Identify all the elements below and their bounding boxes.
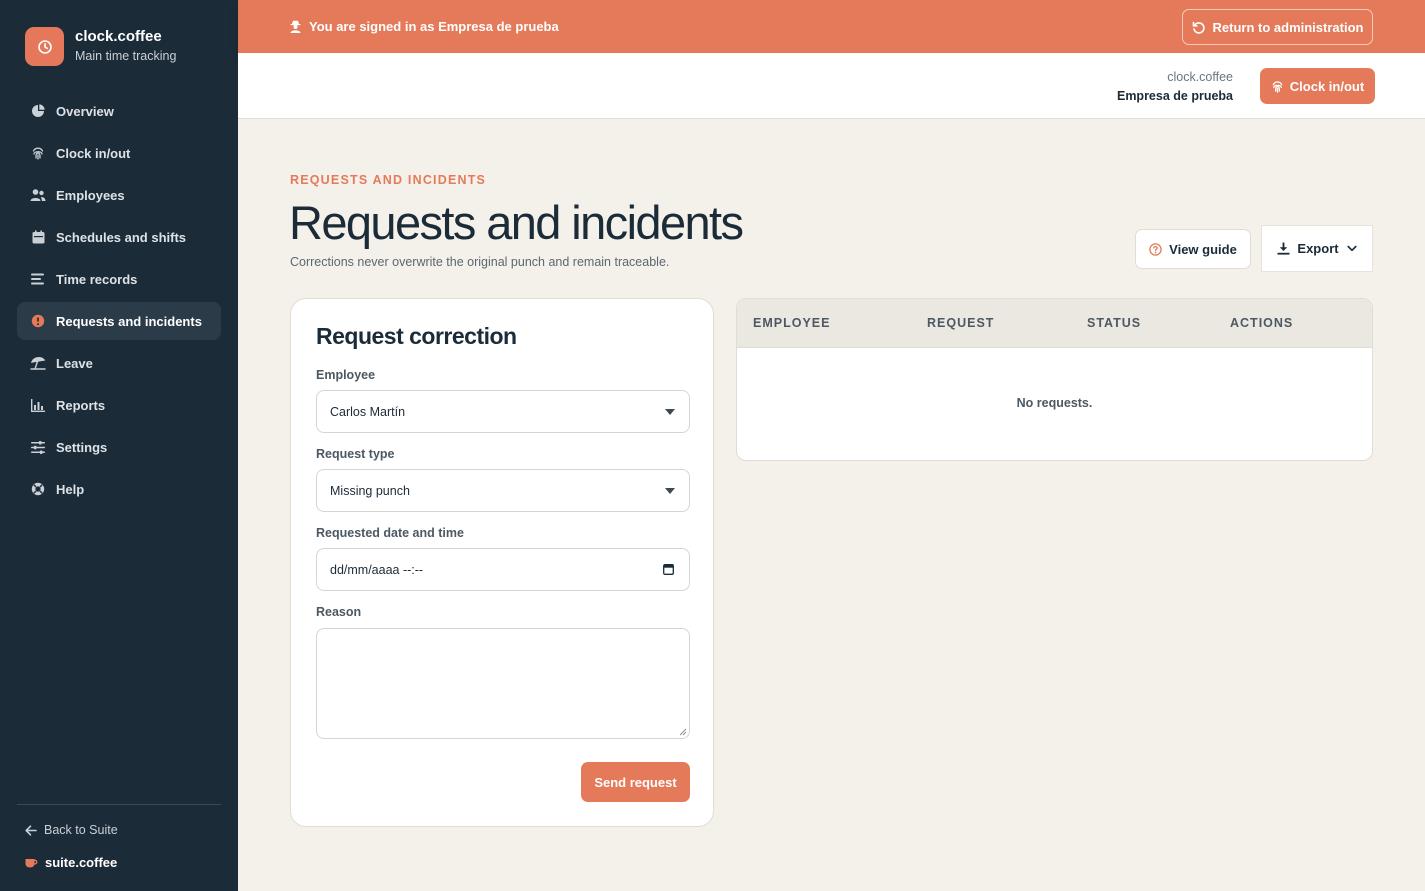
users-icon xyxy=(30,187,46,203)
sidebar-item-schedules[interactable]: Schedules and shifts xyxy=(17,218,221,256)
sidebar-item-label: Schedules and shifts xyxy=(56,229,187,245)
request-type-value: Missing punch xyxy=(330,483,410,498)
user-secret-icon xyxy=(290,20,301,33)
sidebar-item-leave[interactable]: Leave xyxy=(17,344,221,382)
list-icon xyxy=(30,271,46,287)
column-status: STATUS xyxy=(1087,316,1142,330)
calendar-icon[interactable] xyxy=(663,563,674,575)
send-request-button[interactable]: Send request xyxy=(581,762,690,802)
suite-brand[interactable]: suite.coffee xyxy=(25,855,117,870)
view-guide-button[interactable]: View guide xyxy=(1135,229,1251,269)
caret-down-icon xyxy=(665,488,675,494)
page-eyebrow: REQUESTS AND INCIDENTS xyxy=(290,173,487,187)
page-title: Requests and incidents xyxy=(289,196,744,249)
fingerprint-icon xyxy=(1272,80,1283,93)
requests-table: EMPLOYEE REQUEST STATUS ACTIONS No reque… xyxy=(736,298,1373,461)
request-correction-card: Request correction Employee Carlos Martí… xyxy=(290,298,714,827)
sidebar-item-label: Time records xyxy=(56,271,138,287)
sidebar-item-overview[interactable]: Overview xyxy=(17,92,221,130)
table-header: EMPLOYEE REQUEST STATUS ACTIONS xyxy=(737,299,1372,348)
sidebar-item-requests[interactable]: Requests and incidents xyxy=(17,302,221,340)
coffee-cup-icon xyxy=(25,859,38,868)
resize-handle-icon[interactable] xyxy=(678,727,687,736)
fingerprint-icon xyxy=(30,145,46,161)
pie-chart-icon xyxy=(30,103,46,119)
arrow-left-icon xyxy=(25,824,37,836)
export-dropdown-button[interactable]: Export xyxy=(1261,225,1373,272)
sidebar-item-label: Settings xyxy=(56,439,108,455)
header-org-name: Empresa de prueba xyxy=(1116,89,1233,103)
caret-down-icon xyxy=(665,409,675,415)
request-type-label: Request type xyxy=(316,447,395,461)
sidebar-item-settings[interactable]: Settings xyxy=(17,428,221,466)
employee-select-value: Carlos Martín xyxy=(330,404,406,419)
view-guide-label: View guide xyxy=(1169,241,1237,257)
organization-info: clock.coffee Empresa de prueba xyxy=(1117,69,1233,105)
sidebar-item-label: Leave xyxy=(56,355,93,371)
sidebar-item-help[interactable]: Help xyxy=(17,470,221,508)
brand-subtitle: Main time tracking xyxy=(75,49,177,63)
alert-circle-icon xyxy=(30,313,46,329)
requested-datetime-input[interactable]: dd/mm/aaaa --:-- xyxy=(316,548,690,591)
page-subtitle: Corrections never overwrite the original… xyxy=(290,255,670,269)
requested-datetime-label: Requested date and time xyxy=(316,526,464,540)
return-label: Return to administration xyxy=(1212,19,1364,35)
sidebar-item-label: Reports xyxy=(56,397,106,413)
question-circle-icon xyxy=(1149,242,1162,256)
download-icon xyxy=(1277,242,1290,255)
reason-label: Reason xyxy=(316,605,362,619)
sidebar-item-employees[interactable]: Employees xyxy=(17,176,221,214)
lifebuoy-icon xyxy=(30,481,46,497)
brand[interactable]: clock.coffee Main time tracking xyxy=(25,27,176,66)
back-to-suite-link[interactable]: Back to Suite xyxy=(25,823,118,837)
umbrella-beach-icon xyxy=(30,355,46,371)
column-employee: EMPLOYEE xyxy=(753,316,831,330)
chevron-down-icon xyxy=(1346,245,1357,252)
clock-icon xyxy=(25,27,64,66)
sidebar-item-label: Employees xyxy=(56,187,125,203)
sidebar-item-clock[interactable]: Clock in/out xyxy=(17,134,221,172)
bar-chart-icon xyxy=(30,397,46,413)
column-actions: ACTIONS xyxy=(1230,316,1294,330)
back-to-suite-label: Back to Suite xyxy=(44,823,118,837)
signed-in-notice: You are signed in as Empresa de prueba xyxy=(290,19,559,34)
sidebar-item-label: Requests and incidents xyxy=(56,313,202,329)
clock-in-out-button[interactable]: Clock in/out xyxy=(1260,68,1375,104)
request-type-select[interactable]: Missing punch xyxy=(316,469,690,512)
brand-name: clock.coffee xyxy=(75,28,162,45)
empty-state: No requests. xyxy=(1016,396,1093,410)
export-label: Export xyxy=(1297,241,1339,256)
sidebar-item-reports[interactable]: Reports xyxy=(17,386,221,424)
sidebar: clock.coffee Main time tracking Overview… xyxy=(0,0,238,891)
datetime-placeholder: dd/mm/aaaa --:-- xyxy=(330,562,424,577)
calendar-icon xyxy=(30,229,46,245)
return-to-administration-button[interactable]: Return to administration xyxy=(1182,9,1373,45)
header-app-name: clock.coffee xyxy=(1167,70,1233,84)
clock-in-out-label: Clock in/out xyxy=(1289,78,1365,94)
sidebar-item-time-records[interactable]: Time records xyxy=(17,260,221,298)
undo-icon xyxy=(1192,21,1205,34)
reason-textarea[interactable] xyxy=(316,628,690,739)
sliders-icon xyxy=(30,439,46,455)
sidebar-divider xyxy=(17,804,221,805)
form-title: Request correction xyxy=(316,323,517,349)
impersonation-banner: You are signed in as Empresa de prueba R… xyxy=(238,0,1425,53)
signed-in-text: You are signed in as Empresa de prueba xyxy=(309,19,559,34)
sidebar-item-label: Overview xyxy=(56,103,114,119)
column-request: REQUEST xyxy=(927,316,995,330)
sidebar-item-label: Help xyxy=(56,481,85,497)
header: clock.coffee Empresa de prueba Clock in/… xyxy=(238,53,1425,119)
sidebar-nav: Overview Clock in/out Employees Schedule… xyxy=(17,92,221,512)
employee-select[interactable]: Carlos Martín xyxy=(316,390,690,433)
sidebar-item-label: Clock in/out xyxy=(56,145,131,161)
suite-brand-name: suite.coffee xyxy=(45,855,118,870)
employee-label: Employee xyxy=(316,368,376,382)
